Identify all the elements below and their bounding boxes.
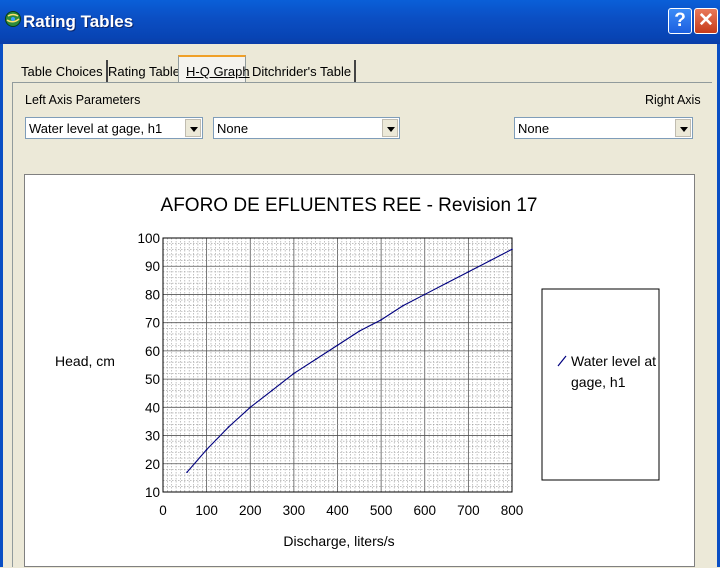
data-point — [186, 471, 188, 474]
left-axis-secondary-value: None — [217, 121, 249, 136]
data-point — [249, 406, 252, 409]
x-tick-label: 100 — [195, 503, 218, 518]
data-point — [293, 372, 295, 375]
x-tick-label: 600 — [413, 503, 436, 518]
right-axis-label: Right Axis — [645, 93, 701, 107]
chevron-down-icon[interactable] — [382, 119, 398, 137]
window-title: Rating Tables — [23, 12, 134, 31]
hq-chart: AFORO DE EFLUENTES REE - Revision 17 Hea… — [55, 195, 660, 549]
help-button[interactable]: ? — [668, 8, 692, 34]
left-axis-primary-select[interactable]: Water level at gage, h1 — [25, 117, 203, 139]
data-point — [445, 282, 448, 284]
tab-hq-graph[interactable]: H-Q Graph — [178, 55, 250, 83]
y-tick-label: 70 — [145, 316, 160, 331]
y-tick-label: 30 — [145, 429, 160, 444]
data-point — [336, 344, 339, 347]
chart-title: AFORO DE EFLUENTES REE - Revision 17 — [161, 195, 538, 216]
data-point — [511, 248, 513, 251]
data-point — [380, 319, 382, 321]
data-point — [423, 293, 426, 296]
x-tick-label: 800 — [501, 503, 524, 518]
y-tick-label: 20 — [145, 457, 160, 472]
y-tick-label: 80 — [145, 287, 160, 302]
tab-rating-table[interactable]: Rating Table — [105, 60, 186, 82]
data-point — [489, 259, 491, 262]
data-point — [205, 448, 208, 451]
series-line — [186, 248, 513, 473]
tab-ditchriders-table[interactable]: Ditchrider's Table — [249, 60, 357, 82]
left-axis-secondary-select[interactable]: None — [213, 117, 400, 139]
x-tick-label: 300 — [283, 503, 306, 518]
y-tick-label: 60 — [145, 344, 160, 359]
y-tick-label: 10 — [145, 485, 160, 500]
app-icon — [5, 11, 21, 27]
graph-area: AFORO DE EFLUENTES REE - Revision 17 Hea… — [24, 174, 695, 567]
x-tick-label: 0 — [159, 503, 167, 518]
right-axis-select[interactable]: None — [514, 117, 693, 139]
close-button[interactable]: ✕ — [694, 8, 718, 34]
x-tick-label: 700 — [457, 503, 480, 518]
y-tick-label: 90 — [145, 259, 160, 274]
tab-table-choices[interactable]: Table Choices — [18, 60, 108, 82]
y-tick-label: 50 — [145, 372, 160, 387]
data-point — [314, 358, 317, 361]
left-axis-primary-value: Water level at gage, h1 — [29, 121, 163, 136]
y-tick-label: 100 — [137, 231, 160, 246]
x-axis-label: Discharge, liters/s — [283, 533, 394, 549]
data-point — [358, 330, 361, 332]
x-tick-label: 400 — [326, 503, 349, 518]
title-bar[interactable]: Rating Tables ? ✕ — [0, 0, 720, 44]
data-point — [271, 389, 273, 392]
x-tick-label: 500 — [370, 503, 393, 518]
left-axis-label: Left Axis Parameters — [25, 93, 141, 107]
data-point — [227, 426, 230, 428]
chevron-down-icon[interactable] — [185, 119, 201, 137]
chevron-down-icon[interactable] — [675, 119, 691, 137]
y-axis-label: Head, cm — [55, 353, 115, 369]
x-tick-label: 200 — [239, 503, 262, 518]
data-point — [467, 271, 470, 273]
y-tick-label: 40 — [145, 400, 160, 415]
data-point — [402, 304, 404, 307]
right-axis-value: None — [518, 121, 550, 136]
